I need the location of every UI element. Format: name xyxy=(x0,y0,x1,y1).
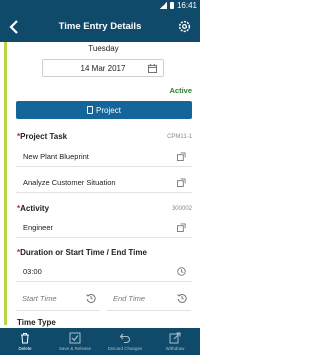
status-stripe xyxy=(4,42,7,325)
app-header: Time Entry Details xyxy=(0,11,200,42)
clipboard-icon xyxy=(87,106,94,114)
discard-changes-label: Discard Changes xyxy=(107,346,143,351)
save-release-label: Save & Release xyxy=(58,346,92,351)
withdraw-button[interactable]: Withdraw xyxy=(150,328,200,355)
check-icon xyxy=(69,332,81,344)
project-task-secondary-value: Analyze Customer Situation xyxy=(23,177,116,187)
project-task-secondary-field[interactable]: Analyze Customer Situation xyxy=(16,172,192,193)
activity-label-text: Activity xyxy=(20,204,50,213)
project-task-label-text: Project Task xyxy=(20,132,68,141)
entry-day: Tuesday xyxy=(88,44,119,53)
save-release-button[interactable]: Save & Release xyxy=(50,328,100,355)
status-bar: 16:41 xyxy=(0,0,200,11)
project-task-label: *Project Task xyxy=(17,132,68,141)
activity-value: Engineer xyxy=(23,222,54,232)
back-chevron-icon[interactable] xyxy=(8,20,20,34)
date-picker[interactable]: 14 Mar 2017 xyxy=(42,59,164,77)
project-button[interactable]: Project xyxy=(16,101,192,119)
project-task-field[interactable]: New Plant Blueprint xyxy=(16,146,192,167)
undo-icon xyxy=(119,333,130,344)
open-link-icon[interactable] xyxy=(177,152,186,161)
clock-icon[interactable] xyxy=(177,267,186,276)
history-icon[interactable] xyxy=(177,293,187,303)
start-time-placeholder: Start Time xyxy=(22,293,57,303)
duration-value: 03:00 xyxy=(23,266,42,276)
gear-icon[interactable] xyxy=(177,19,192,34)
withdraw-icon xyxy=(169,332,181,344)
history-icon[interactable] xyxy=(86,293,96,303)
entry-date: 14 Mar 2017 xyxy=(80,63,126,73)
battery-icon xyxy=(169,2,174,9)
duration-field[interactable]: 03:00 xyxy=(16,261,192,282)
discard-changes-button[interactable]: Discard Changes xyxy=(100,328,150,355)
end-time-field[interactable]: End Time xyxy=(107,286,191,311)
project-task-code: CPM11-1 xyxy=(167,134,192,140)
status-time: 16:41 xyxy=(176,1,197,10)
project-task-value: New Plant Blueprint xyxy=(23,151,89,161)
open-link-icon[interactable] xyxy=(177,178,186,187)
calendar-icon xyxy=(148,64,157,73)
activity-label: *Activity xyxy=(17,204,50,213)
withdraw-label: Withdraw xyxy=(165,346,185,351)
delete-label: Delete xyxy=(18,346,32,351)
page-title: Time Entry Details xyxy=(58,21,142,32)
duration-label-text: Duration or Start Time / End Time xyxy=(20,248,147,257)
project-button-label: Project xyxy=(96,105,121,115)
signal-icon xyxy=(159,2,167,9)
status-badge: Active xyxy=(169,86,192,95)
time-type-label: Time Type xyxy=(17,318,56,327)
delete-button[interactable]: Delete xyxy=(0,328,50,355)
activity-field[interactable]: Engineer xyxy=(16,217,192,238)
duration-label: *Duration or Start Time / End Time xyxy=(17,248,147,257)
activity-code: 300002 xyxy=(171,206,192,212)
trash-icon xyxy=(21,333,29,344)
open-link-icon[interactable] xyxy=(177,223,186,232)
start-time-field[interactable]: Start Time xyxy=(16,286,100,311)
bottom-nav: Delete Save & Release Discard Changes Wi… xyxy=(0,328,200,355)
end-time-placeholder: End Time xyxy=(113,293,146,303)
